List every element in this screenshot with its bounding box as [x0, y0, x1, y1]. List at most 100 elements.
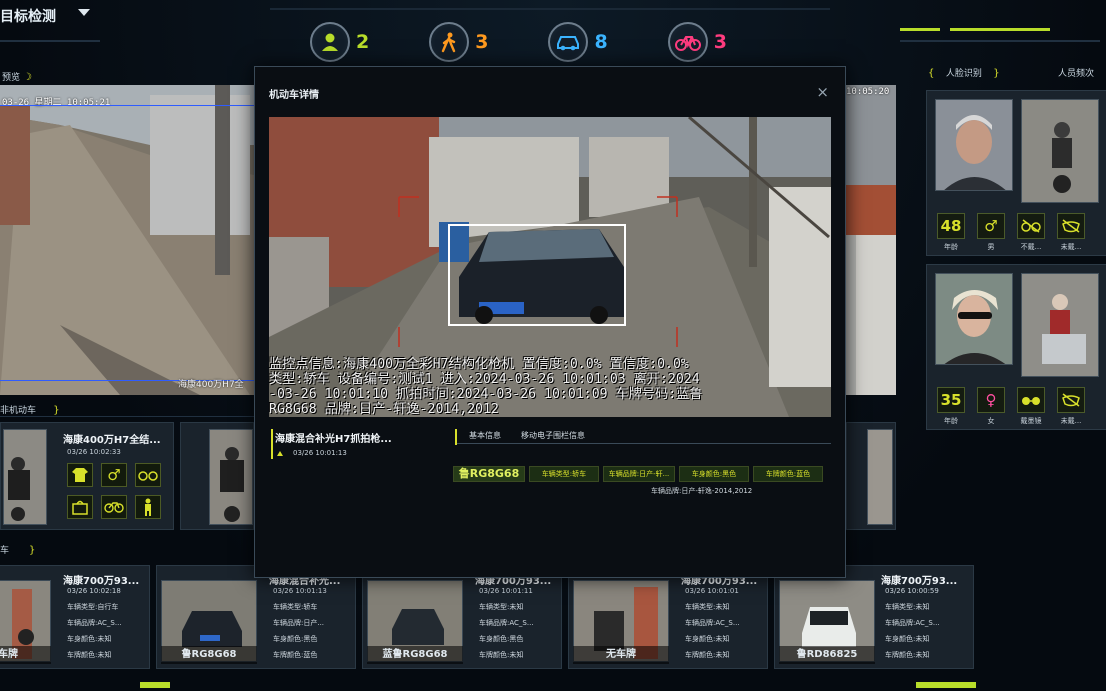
attr-age: 48 年龄 [935, 213, 967, 252]
vehicle-detail-modal: 机动车详情 × 监控点信息:海康400万全彩H7结构化枪机 置信度:0.0% 置… [254, 66, 846, 578]
female-icon: ♀ [977, 387, 1005, 413]
plate-color-tag: 车牌颜色:蓝色 [753, 466, 823, 482]
face-recognition-label-text: 人脸识别 [945, 69, 982, 79]
vehicle-card-1[interactable]: 无车牌 海康700万93... 03/26 10:02:18 车辆类型:自行车 … [0, 565, 150, 669]
vehicle-body-color: 车身颜色:未知 [685, 635, 730, 643]
brand-detail: 车辆品牌:日产-轩逸-2014,2012 [651, 487, 753, 495]
vehicle-card-time: 03/26 10:01:11 [479, 587, 533, 595]
app-root: 目标检测 2 3 8 3 预览 ☽ 03-26 星期二 10:05:21 海康4… [0, 0, 1106, 691]
vehicle-card-2[interactable]: 鲁RG8G68 海康混合补光... 03/26 10:01:13 车辆类型:轿车… [156, 565, 356, 669]
vehicle-body-color: 车身颜色:黑色 [479, 635, 524, 643]
person-frequency-label[interactable]: 人员频次 [1058, 66, 1094, 79]
header-deco-dash-1 [900, 28, 940, 31]
attr-mask: 未戴... [1055, 213, 1087, 252]
vehicle-card-4[interactable]: 无车牌 海康700万93... 03/26 10:01:01 车辆类型:未知 车… [568, 565, 768, 669]
attr-gender: ♀ 女 [975, 387, 1007, 426]
nonmotor-divider [0, 416, 254, 417]
modal-title: 机动车详情 [269, 90, 319, 101]
triangle-icon [277, 451, 283, 456]
stat-person[interactable]: 2 [310, 22, 369, 62]
vehicle-label-text: 车 [0, 546, 10, 556]
vehicle-type: 车辆类型:未知 [885, 603, 930, 611]
tab-geofence-info[interactable]: 移动电子围栏信息 [521, 430, 585, 444]
vehicle-body-color: 车身颜色:未知 [885, 635, 930, 643]
face-card-2[interactable]: 35 年龄 ♀ 女 戴墨镜 未戴... [926, 264, 1106, 430]
vehicle-type: 车辆类型:轿车 [273, 603, 318, 611]
second-video[interactable]: 10:05:20 [846, 85, 896, 395]
mask-label: 未戴... [1060, 417, 1082, 425]
face-card-1[interactable]: 48 年龄 ♂ 男 不戴... 未戴... [926, 90, 1106, 256]
stat-pedestrian-count: 3 [475, 31, 489, 53]
footer-deco-right [916, 682, 976, 688]
title-dropdown-icon[interactable] [78, 9, 90, 16]
plate-label: 无车牌 [0, 646, 51, 664]
no-glasses-icon [1017, 213, 1045, 239]
car-icon [548, 22, 589, 62]
face-thumb-1 [935, 99, 1013, 191]
header-divider-left [0, 40, 100, 42]
page-title: 目标检测 [0, 9, 56, 25]
preview-label-text: 预览 [2, 73, 21, 83]
attr-age: 35 年龄 [935, 387, 967, 426]
face-thumb-2 [935, 273, 1013, 365]
vehicle-brand: 车辆品牌:AC_S... [885, 619, 940, 627]
pedestrian-icon [429, 22, 470, 62]
plate-label: 鲁RD86825 [779, 646, 875, 664]
vehicle-plate-color: 车牌颜色:未知 [885, 651, 930, 659]
body-thumb-2 [1021, 273, 1099, 377]
age-label: 年龄 [944, 243, 958, 251]
detail-tabs: 基本信息 移动电子围栏信息 [469, 430, 585, 444]
bicycle-icon [667, 22, 708, 62]
nonmotor-thumb-2 [209, 429, 253, 525]
osd-text: 监控点信息:海康400万全彩H7结构化枪机 置信度:0.0% 置信度:0.0% … [269, 357, 831, 417]
nonmotor-card-3[interactable] [846, 422, 896, 530]
nonmotor-card-2[interactable] [180, 422, 254, 530]
attr-glasses: 不戴... [1015, 213, 1047, 252]
stat-bicycle-count: 3 [713, 31, 727, 53]
face-attributes-2: 35 年龄 ♀ 女 戴墨镜 未戴... [935, 387, 1087, 426]
plate-tag: 鲁RG8G68 [453, 466, 525, 482]
nonmotor-thumb [3, 429, 47, 525]
nonmotor-card-1[interactable]: 海康400万H7全结... 03/26 10:02:33 ♂ [0, 422, 174, 530]
no-mask-icon [1057, 213, 1085, 239]
preview-video[interactable]: 03-26 星期二 10:05:21 海康400万H7全 [0, 85, 254, 395]
body-color-tag: 车身颜色:黑色 [679, 466, 749, 482]
osd-line-1: 监控点信息:海康400万全彩H7结构化枪机 置信度:0.0% 置信度:0.0% [269, 357, 689, 372]
vehicle-body-color: 车身颜色:未知 [67, 635, 112, 643]
header-frame-line [270, 8, 830, 10]
tab-basic-info[interactable]: 基本信息 [469, 430, 501, 444]
osd-line-3: -03-26 10:01:10 抓拍时间:2024-03-26 10:01:09… [269, 387, 703, 402]
no-mask-icon [1057, 387, 1085, 413]
vehicle-plate-color: 车牌颜色:未知 [685, 651, 730, 659]
close-icon[interactable]: × [816, 83, 829, 101]
stat-bicycle[interactable]: 3 [667, 22, 727, 62]
tabs-divider [455, 443, 831, 444]
vehicle-type: 车辆类型:自行车 [67, 603, 119, 611]
jacket-icon [67, 463, 93, 487]
vehicle-label: 车 } [0, 545, 36, 556]
stat-car[interactable]: 8 [548, 22, 608, 62]
nonmotor-label: 非机动车 } [0, 405, 60, 416]
header-divider-right [900, 40, 1100, 42]
preview-label: 预览 ☽ [2, 70, 32, 83]
capture-camera-title: 海康混合补光H7抓拍枪... [275, 434, 392, 445]
vehicle-brand: 车辆品牌:AC_S... [67, 619, 122, 627]
tabs-accent [455, 429, 457, 445]
vehicle-card-title: 海康700万93... [63, 576, 140, 587]
age-value: 48 [937, 213, 965, 239]
preview-watermark: 海康400万H7全 [178, 380, 244, 390]
age-value: 35 [937, 387, 965, 413]
vehicle-card-time: 03/26 10:00:59 [885, 587, 939, 595]
car-shape [459, 229, 624, 324]
sunglasses-icon [1017, 387, 1045, 413]
stat-pedestrian[interactable]: 3 [429, 22, 488, 62]
vehicle-type: 车辆类型:未知 [685, 603, 730, 611]
vehicle-card-3[interactable]: 蓝鲁RG8G68 海康700万93... 03/26 10:01:11 车辆类型… [362, 565, 562, 669]
male-icon: ♂ [977, 213, 1005, 239]
vehicle-type: 车辆类型:未知 [479, 603, 524, 611]
detection-line-top [0, 105, 254, 106]
vehicle-card-5[interactable]: 鲁RD86825 海康700万93... 03/26 10:00:59 车辆类型… [774, 565, 974, 669]
vehicle-type-tag: 车辆类型:轿车 [529, 466, 599, 482]
moon-icon: ☽ [22, 72, 32, 83]
vehicle-plate-color: 车牌颜色:蓝色 [273, 651, 318, 659]
